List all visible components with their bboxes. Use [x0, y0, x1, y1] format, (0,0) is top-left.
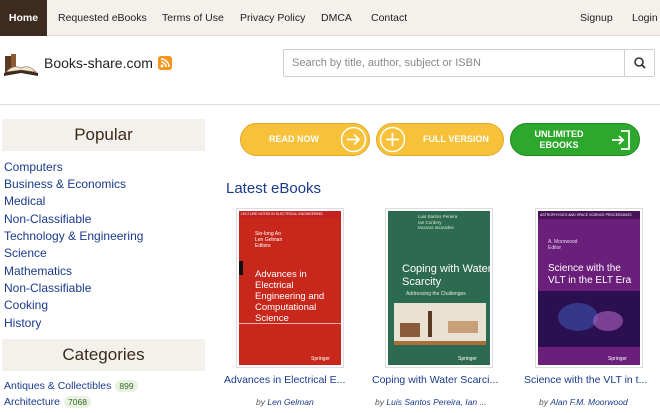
book-author-line: by Alan F.M. Moorwood: [539, 397, 659, 407]
book-cover[interactable]: ASTROPHYSICS AND SPACE SCIENCE PROCEEDIN…: [535, 208, 643, 368]
book-title-link[interactable]: Advances in Electrical E...: [224, 374, 359, 386]
cover-editors: Sio-Iong Ao Len Gelman Editors: [255, 231, 283, 249]
rss-icon[interactable]: [158, 56, 172, 70]
popular-link[interactable]: Technology & Engineering: [4, 229, 143, 243]
book-cover[interactable]: Luis Santos Pereira Ian Cordery Iacovos …: [385, 208, 493, 368]
popular-link[interactable]: Non-Classifiable: [4, 212, 91, 226]
cover-editors: Luis Santos Pereira Ian Cordery Iacovos …: [418, 214, 458, 230]
cover-series: LECTURE NOTES IN ELECTRICAL ENGINEERING: [241, 212, 323, 216]
book-author-link[interactable]: Alan F.M. Moorwood: [550, 397, 627, 407]
read-now-label: READ NOW: [269, 134, 319, 144]
popular-link[interactable]: Business & Economics: [4, 177, 126, 191]
search-button[interactable]: [624, 50, 654, 76]
unlimited-label-line1: UNLIMITED: [534, 129, 584, 139]
nav-login[interactable]: Login: [632, 0, 658, 36]
site-logo-text[interactable]: Books-share.com: [44, 55, 153, 71]
latest-ebooks-heading: Latest eBooks: [226, 180, 322, 197]
cover-series: ASTROPHYSICS AND SPACE SCIENCE PROCEEDIN…: [540, 213, 632, 217]
by-label: by: [256, 397, 265, 407]
login-door-icon: [612, 130, 630, 150]
search-input[interactable]: [284, 50, 624, 76]
read-now-button[interactable]: READ NOW: [240, 123, 370, 156]
popular-heading: Popular: [2, 119, 205, 151]
category-item[interactable]: Architecture 7068: [4, 396, 91, 408]
book-author-link[interactable]: Luis Santos Pereira, Ian ...: [386, 397, 486, 407]
top-nav: Home Requested eBooks Terms of Use Priva…: [0, 0, 660, 36]
arrow-right-icon: [340, 126, 367, 153]
cover-title: Advances in Electrical Engineering and C…: [255, 269, 325, 324]
cover-title: Coping with Water Scarcity: [402, 263, 490, 288]
nav-requested-ebooks[interactable]: Requested eBooks: [58, 0, 147, 36]
by-label: by: [539, 397, 548, 407]
nav-signup[interactable]: Signup: [580, 0, 613, 36]
popular-link[interactable]: Computers: [4, 160, 63, 174]
cover-publisher: Springer: [311, 356, 330, 362]
book-title-link[interactable]: Science with the VLT in t...: [524, 374, 658, 386]
nav-home[interactable]: Home: [0, 0, 47, 36]
nav-dmca[interactable]: DMCA: [321, 0, 352, 36]
by-label: by: [375, 397, 384, 407]
book-author-link[interactable]: Len Gelman: [267, 397, 313, 407]
popular-link[interactable]: Cooking: [4, 298, 48, 312]
nav-privacy-policy[interactable]: Privacy Policy: [240, 0, 305, 36]
nav-terms-of-use[interactable]: Terms of Use: [162, 0, 224, 36]
cover-editors: A. Moorwood Editor: [548, 239, 578, 251]
search-icon: [634, 57, 646, 69]
popular-link[interactable]: Non-Classifiable: [4, 281, 91, 295]
categories-heading: Categories: [2, 339, 205, 371]
popular-link[interactable]: History: [4, 316, 41, 330]
full-version-button[interactable]: FULL VERSION: [376, 123, 504, 156]
full-version-label: FULL VERSION: [423, 134, 489, 144]
plus-icon: [379, 126, 406, 153]
book-author-line: by Luis Santos Pereira, Ian ...: [375, 397, 510, 407]
book-title-link[interactable]: Coping with Water Scarci...: [372, 374, 510, 386]
category-count-badge: 7068: [64, 396, 91, 408]
popular-link[interactable]: Mathematics: [4, 264, 72, 278]
open-book-logo-icon[interactable]: [2, 52, 40, 78]
nav-contact[interactable]: Contact: [371, 0, 407, 36]
search-bar: [283, 49, 655, 77]
popular-link[interactable]: Medical: [4, 194, 45, 208]
cover-publisher: Springer: [608, 356, 627, 362]
unlimited-label-line2: EBOOKS: [539, 140, 579, 150]
category-item[interactable]: Antiques & Collectibles 899: [4, 380, 138, 392]
site-header: Books-share.com: [0, 37, 660, 105]
popular-link[interactable]: Science: [4, 246, 47, 260]
cover-title: Science with the VLT in the ELT Era: [548, 263, 632, 286]
category-name[interactable]: Antiques & Collectibles: [4, 380, 111, 392]
cover-subtitle: Addressing the Challenges: [406, 291, 466, 297]
book-author-line: by Len Gelman: [256, 397, 366, 407]
unlimited-ebooks-button[interactable]: UNLIMITED EBOOKS: [510, 123, 640, 156]
category-name[interactable]: Architecture: [4, 396, 60, 408]
category-count-badge: 899: [115, 380, 138, 392]
cover-publisher: Springer: [458, 356, 477, 362]
book-cover[interactable]: LECTURE NOTES IN ELECTRICAL ENGINEERING …: [236, 208, 344, 368]
